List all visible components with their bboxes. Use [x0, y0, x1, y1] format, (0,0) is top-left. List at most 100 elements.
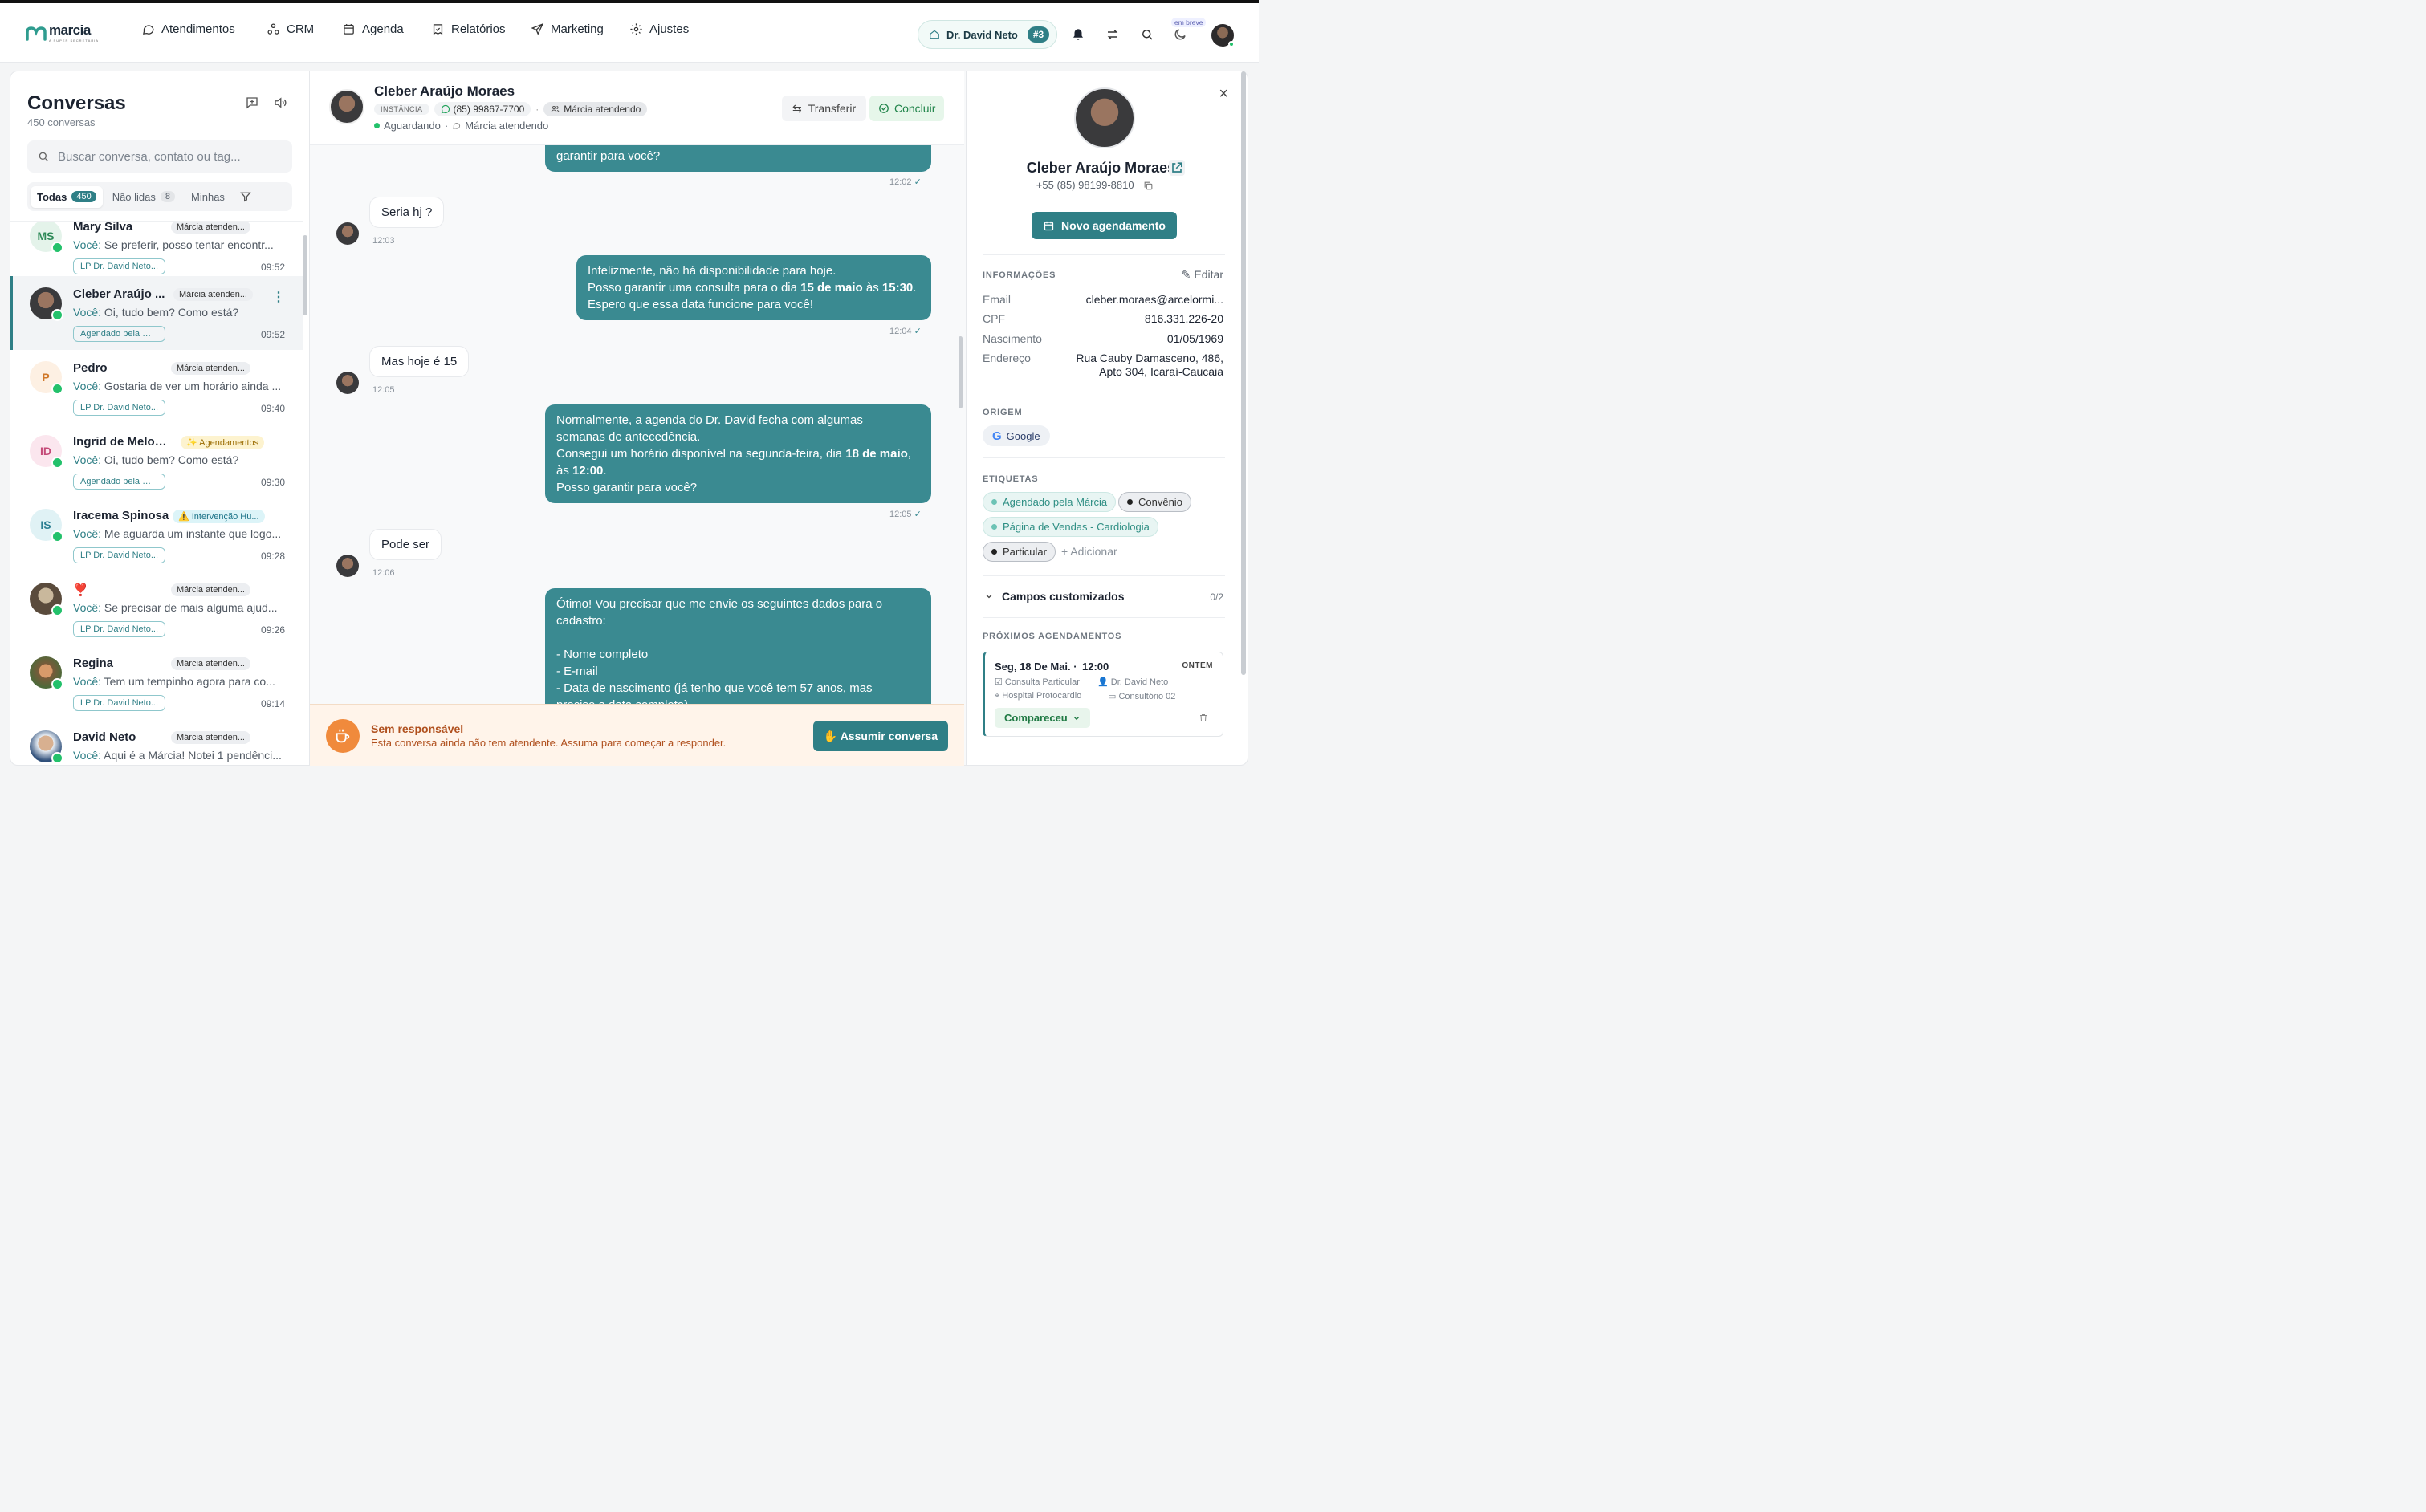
doctor-selector[interactable]: Dr. David Neto #3: [918, 20, 1057, 49]
tag-chip[interactable]: Particular: [983, 542, 1056, 562]
contact-name: ❣️: [73, 583, 88, 597]
contact-name: Cleber Araújo ...: [73, 287, 165, 301]
nav-crm[interactable]: CRM: [267, 22, 314, 36]
list-scrollbar[interactable]: [303, 235, 307, 315]
conversation-item-selected[interactable]: Cleber Araújo ... Márcia atenden... ⋮ Vo…: [10, 276, 303, 350]
tag-dot: [991, 549, 997, 555]
custom-fields-toggle[interactable]: Campos customizados: [984, 590, 1124, 603]
last-message: Você: Me aguarda um instante que logo...: [73, 527, 282, 540]
copy-icon[interactable]: [1143, 181, 1154, 191]
chat-header: Cleber Araújo Moraes INSTÂNCIA (85) 9986…: [310, 71, 964, 145]
last-message: Você: Tem um tempinho agora para co...: [73, 675, 275, 688]
tag-badge: Agendado pela Már...: [73, 474, 165, 490]
message-incoming: Mas hoje é 15: [369, 346, 470, 377]
filter-icon[interactable]: [239, 190, 252, 203]
field-label: Nascimento: [983, 332, 1042, 345]
whatsapp-icon: [51, 752, 63, 764]
new-appointment-button[interactable]: Novo agendamento: [1032, 212, 1177, 239]
contact-avatar-small: [336, 222, 359, 245]
whatsapp-icon: [51, 530, 63, 543]
conversation-item[interactable]: David Neto Márcia atenden... Você: Aqui …: [10, 719, 303, 765]
chat-contact-name: Cleber Araújo Moraes: [374, 83, 515, 99]
message-time: 12:05 ✓: [889, 510, 922, 519]
contact-avatar[interactable]: [329, 89, 364, 124]
field-label: Endereço: [983, 352, 1031, 364]
nav-ajustes[interactable]: Ajustes: [629, 22, 689, 36]
timestamp: 09:40: [260, 403, 285, 414]
page-title: Conversas: [27, 92, 126, 114]
nav-label: Relatórios: [451, 22, 506, 36]
conversation-item[interactable]: P Pedro Márcia atenden... Você: Gostaria…: [10, 350, 303, 424]
field-label: CPF: [983, 312, 1005, 325]
appointment-type: ☑ Consulta Particular: [995, 677, 1080, 687]
new-message-icon[interactable]: [245, 96, 259, 110]
search-input[interactable]: [58, 149, 283, 164]
conversation-item[interactable]: MS Mary Silva Márcia atenden... Você: Se…: [10, 221, 303, 282]
tag-badge: LP Dr. David Neto...: [73, 547, 165, 563]
tab-nao-lidas[interactable]: Não lidas 8: [106, 186, 181, 208]
field-value: 816.331.226-20: [1144, 312, 1223, 325]
bell-icon[interactable]: [1071, 27, 1085, 42]
tag-badge: LP Dr. David Neto...: [73, 695, 165, 711]
tag-chip[interactable]: Página de Vendas - Cardiologia: [983, 517, 1158, 537]
edit-button[interactable]: ✎ Editar: [1182, 268, 1223, 282]
nav-marketing[interactable]: Marketing: [531, 22, 604, 36]
external-link-icon[interactable]: [1169, 160, 1185, 176]
chat-scrollbar[interactable]: [959, 336, 963, 408]
contact-name: Mary Silva: [73, 221, 133, 234]
more-options-icon[interactable]: ⋮: [272, 289, 285, 305]
banner-title: Sem responsável: [371, 722, 464, 735]
assume-conversation-button[interactable]: ✋ Assumir conversa: [813, 721, 948, 751]
appointment-card[interactable]: Seg, 18 De Mai. · 12:00 ONTEM ☑ Consulta…: [983, 652, 1223, 737]
conversation-item[interactable]: IS Iracema Spinosa ⚠️ Intervenção Hu... …: [10, 498, 303, 571]
last-message: Você: Oi, tudo bem? Como está?: [73, 306, 239, 319]
tab-label: Não lidas: [112, 190, 156, 203]
doctor-number-badge: #3: [1027, 26, 1050, 43]
trash-icon[interactable]: [1199, 713, 1208, 723]
chevron-down-icon: [986, 595, 992, 599]
contact-name: Pedro: [73, 361, 108, 375]
conversation-item[interactable]: ❣️ Márcia atenden... Você: Se precisar d…: [10, 571, 303, 645]
conversation-item[interactable]: Regina Márcia atenden... Você: Tem um te…: [10, 645, 303, 719]
tab-minhas[interactable]: Minhas: [185, 186, 231, 208]
nav-relatorios[interactable]: Relatórios: [431, 22, 506, 36]
last-message: Você: Gostaria de ver um horário ainda .…: [73, 380, 282, 392]
last-message: Você: Se precisar de mais alguma ajud...: [73, 601, 278, 614]
transfer-button[interactable]: ⇆ Transferir: [782, 96, 867, 121]
tag-chip[interactable]: Convênio: [1118, 492, 1191, 512]
nav-atendimentos[interactable]: Atendimentos: [141, 22, 235, 36]
conversation-item[interactable]: ID Ingrid de Melo F... ✨ Agendamentos Vo…: [10, 424, 303, 498]
instance-label: INSTÂNCIA: [374, 104, 429, 115]
speaker-icon[interactable]: [273, 96, 287, 110]
nav-agenda[interactable]: Agenda: [342, 22, 404, 36]
switch-arrows-icon[interactable]: [1105, 27, 1120, 42]
moon-icon[interactable]: [1173, 27, 1187, 42]
attendance-status-dropdown[interactable]: Compareceu: [995, 708, 1090, 728]
panel-scrollbar[interactable]: [1241, 71, 1246, 675]
calendar-icon: [1044, 221, 1054, 230]
google-icon: G: [992, 429, 1002, 443]
appointment-doctor: 👤 Dr. David Neto: [1097, 677, 1169, 687]
message-time: 12:02 ✓: [889, 177, 922, 187]
read-check-icon: ✓: [914, 510, 922, 519]
contact-name: Regina: [73, 656, 114, 670]
calendar-icon: [344, 24, 354, 35]
message-time: 12:05: [372, 385, 395, 395]
search-icon[interactable]: [1140, 27, 1154, 42]
logo[interactable]: marcia A SUPER SECRETÁRIA: [26, 23, 99, 43]
divider: [983, 457, 1225, 458]
upcoming-header: PRÓXIMOS AGENDAMENTOS: [983, 632, 1122, 641]
nav-label: Atendimentos: [161, 22, 235, 36]
tab-label: Todas: [37, 190, 67, 203]
banner-text: Esta conversa ainda não tem atendente. A…: [371, 737, 727, 749]
tag-chip[interactable]: Agendado pela Márcia: [983, 492, 1117, 512]
tab-todas[interactable]: Todas 450: [31, 185, 103, 208]
status-badge: Márcia atenden...: [171, 362, 250, 375]
contact-panel: × Cleber Araújo Moraes +55 (85) 98199-88…: [966, 71, 1248, 766]
conclude-button[interactable]: Concluir: [869, 96, 945, 121]
add-tag-button[interactable]: + Adicionar: [1061, 545, 1117, 558]
search-box[interactable]: [27, 140, 292, 173]
close-icon[interactable]: ×: [1219, 85, 1228, 104]
origin-badge: G Google: [983, 425, 1050, 446]
user-avatar[interactable]: [1211, 24, 1235, 47]
